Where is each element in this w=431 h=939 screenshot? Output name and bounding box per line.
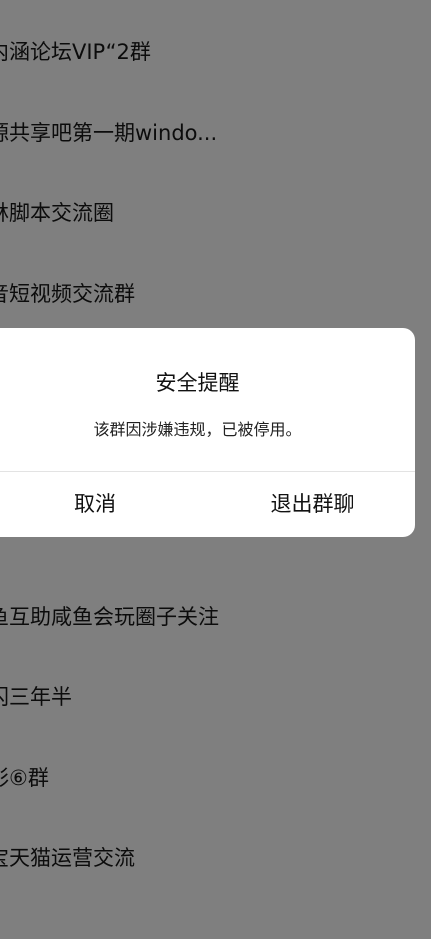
dialog-message: 该群因涉嫌违规，已被停用。 <box>93 420 302 439</box>
group-chat-item[interactable]: 音短视频交流群 <box>0 274 428 314</box>
group-chat-item[interactable]: 林脚本交流圈 <box>0 193 428 233</box>
group-chat-item[interactable]: 闪三年半 <box>0 677 428 717</box>
group-chat-item[interactable]: 鱼互助咸鱼会玩圈子关注 <box>0 597 428 637</box>
group-chat-item[interactable]: 源共享吧第一期windo... <box>0 113 428 153</box>
group-chat-item[interactable]: 彩⑥群 <box>0 758 428 798</box>
dialog-title: 安全提醒 <box>155 371 240 395</box>
cancel-button[interactable]: 取消 <box>0 472 210 537</box>
security-alert-dialog: 安全提醒 该群因涉嫌违规，已被停用。 取消 退出群聊 <box>0 328 415 537</box>
exit-group-button[interactable]: 退出群聊 <box>210 472 415 537</box>
group-chat-item[interactable]: 宝天猫运营交流 <box>0 838 428 878</box>
group-chat-item[interactable]: 内涵论坛VIP“2群 <box>0 32 428 72</box>
